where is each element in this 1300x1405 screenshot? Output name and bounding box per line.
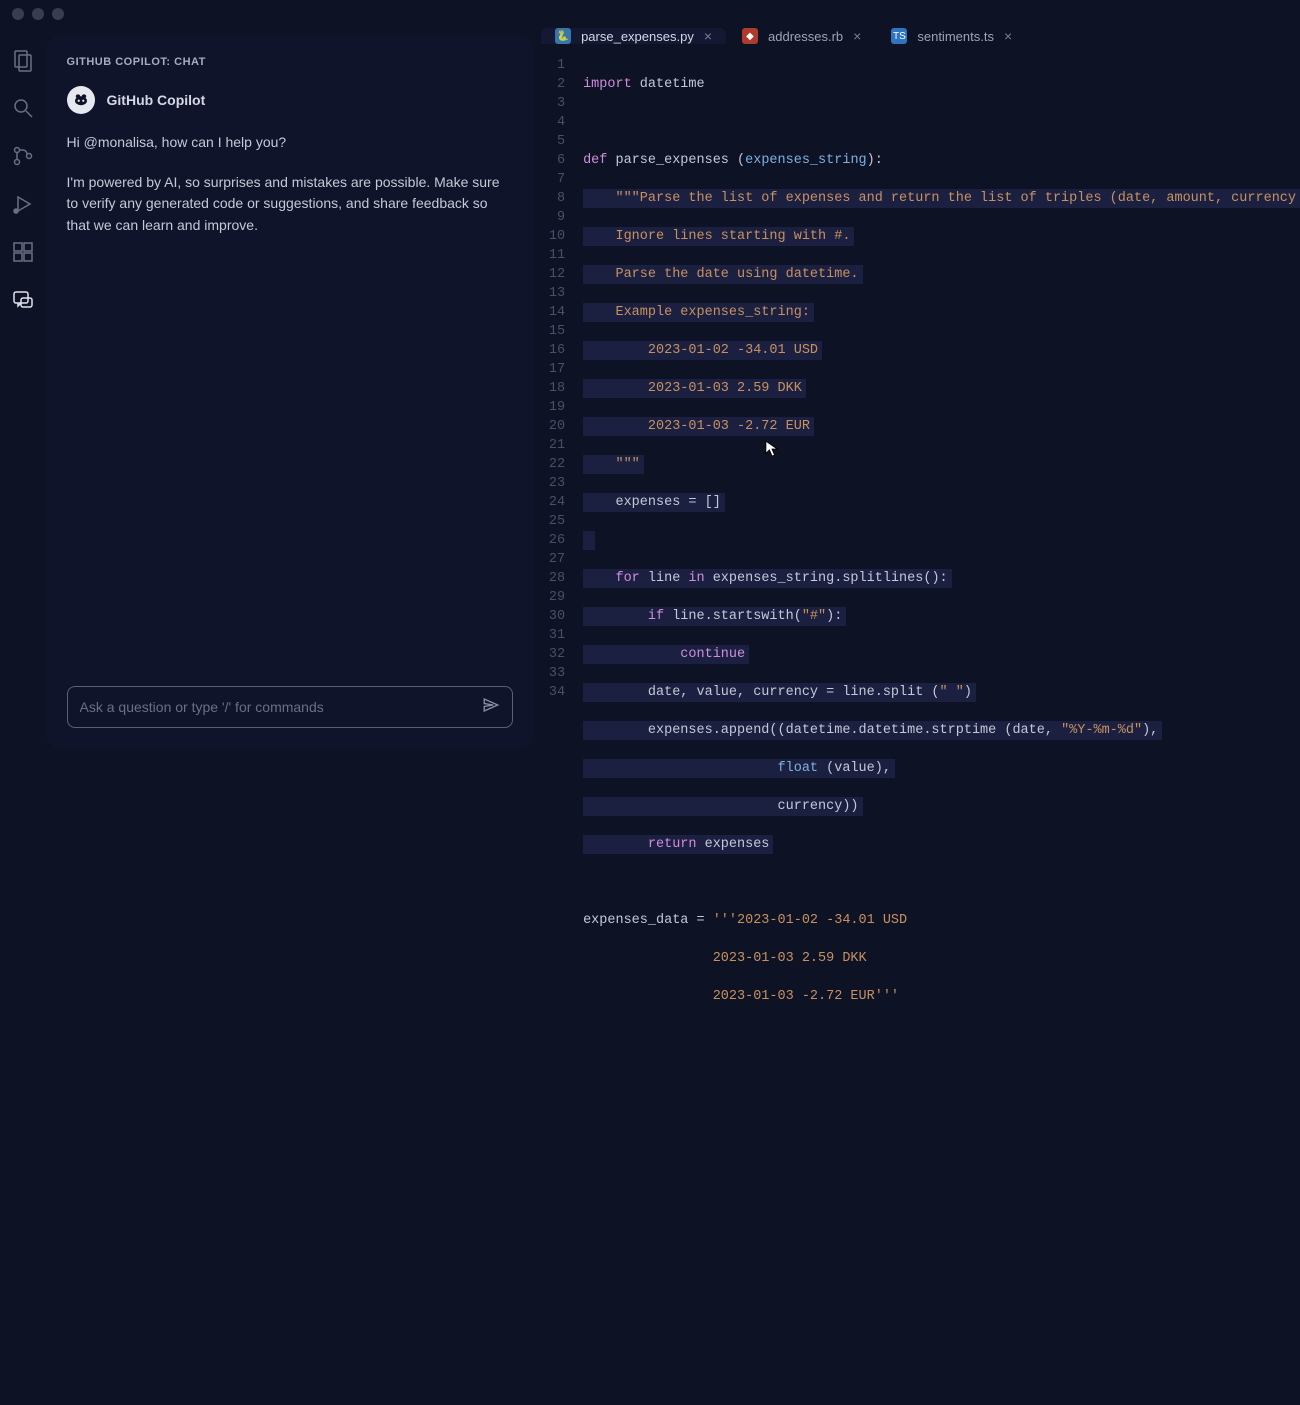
- close-icon[interactable]: ×: [704, 29, 712, 43]
- typescript-file-icon: TS: [891, 28, 907, 44]
- tab-bar: 🐍 parse_expenses.py × ◆ addresses.rb × T…: [533, 28, 1300, 44]
- chat-disclaimer: I'm powered by AI, so surprises and mist…: [67, 172, 514, 237]
- chat-icon[interactable]: [11, 288, 35, 312]
- search-icon[interactable]: [11, 96, 35, 120]
- explorer-icon[interactable]: [11, 48, 35, 72]
- close-icon[interactable]: ×: [853, 29, 861, 43]
- send-icon[interactable]: [482, 696, 500, 719]
- line-numbers: 1234567891011121314151617181920212223242…: [533, 56, 583, 1405]
- ruby-file-icon: ◆: [742, 28, 758, 44]
- activity-bar: [0, 28, 47, 756]
- editor-area: 🐍 parse_expenses.py × ◆ addresses.rb × T…: [533, 28, 1300, 756]
- source-control-icon[interactable]: [11, 144, 35, 168]
- tab-addresses[interactable]: ◆ addresses.rb ×: [728, 28, 875, 44]
- panel-title: GITHUB COPILOT: CHAT: [47, 56, 534, 86]
- chat-input-field[interactable]: [80, 699, 473, 715]
- run-debug-icon[interactable]: [11, 192, 35, 216]
- tab-label: addresses.rb: [768, 29, 843, 44]
- mention: @monalisa: [84, 134, 154, 150]
- extensions-icon[interactable]: [11, 240, 35, 264]
- copilot-name: GitHub Copilot: [107, 92, 206, 108]
- tab-parse-expenses[interactable]: 🐍 parse_expenses.py ×: [541, 28, 726, 44]
- window-maximize-icon[interactable]: [52, 8, 64, 20]
- chat-greeting: Hi @monalisa, how can I help you?: [67, 132, 514, 154]
- close-icon[interactable]: ×: [1004, 29, 1012, 43]
- tab-sentiments[interactable]: TS sentiments.ts ×: [877, 28, 1026, 44]
- tab-label: parse_expenses.py: [581, 29, 694, 44]
- code-content[interactable]: import datetime def parse_expenses (expe…: [583, 56, 1300, 1405]
- copilot-avatar-icon: [67, 86, 95, 114]
- copilot-chat-panel: GITHUB COPILOT: CHAT GitHub Copilot Hi @…: [47, 36, 534, 748]
- chat-input[interactable]: [67, 686, 514, 728]
- tab-label: sentiments.ts: [917, 29, 994, 44]
- python-file-icon: 🐍: [555, 28, 571, 44]
- code-editor[interactable]: 1234567891011121314151617181920212223242…: [533, 44, 1300, 1405]
- titlebar: [0, 0, 1300, 28]
- window-close-icon[interactable]: [12, 8, 24, 20]
- window-minimize-icon[interactable]: [32, 8, 44, 20]
